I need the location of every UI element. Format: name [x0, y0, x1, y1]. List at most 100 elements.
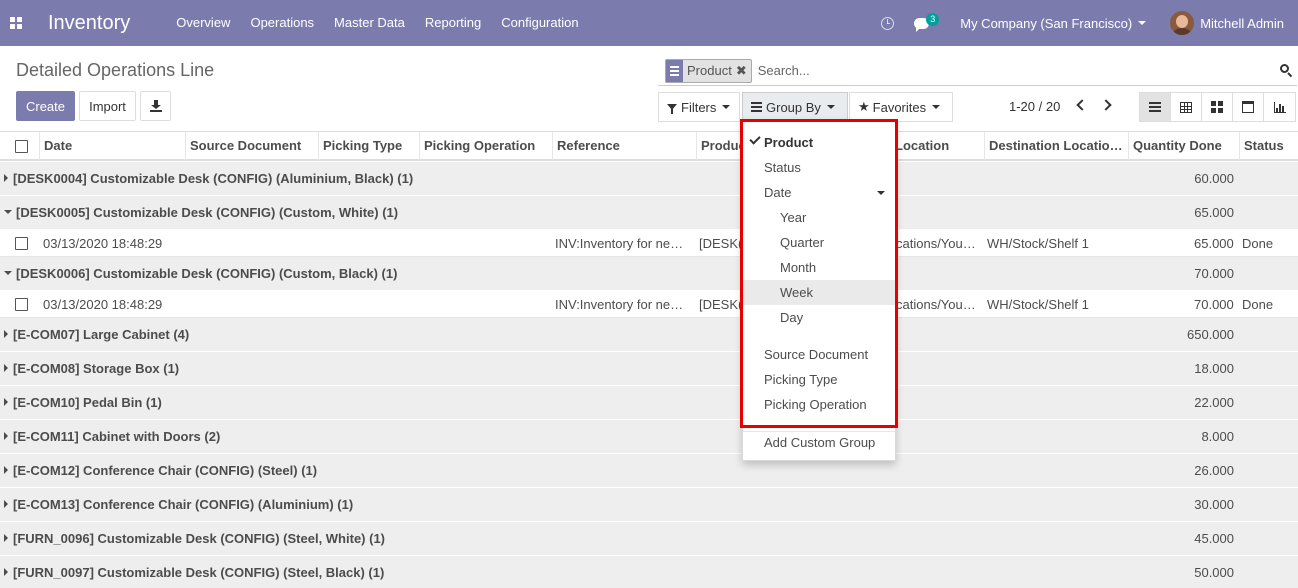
caret-down-icon: [4, 271, 12, 275]
menu-overview[interactable]: Overview: [166, 0, 240, 46]
groupby-option-week[interactable]: Week: [743, 280, 895, 305]
pivot-view-button[interactable]: [1171, 93, 1202, 121]
search-input[interactable]: [757, 63, 1297, 78]
table-row[interactable]: 03/13/2020 18:48:29 INV:Inventory for ne…: [0, 230, 1298, 257]
groupby-option-day[interactable]: Day: [743, 305, 895, 330]
group-by-button[interactable]: Group By: [742, 92, 848, 122]
group-by-icon: [666, 59, 683, 82]
app-title[interactable]: Inventory: [48, 12, 130, 35]
company-name: My Company (San Francisco): [960, 15, 1133, 31]
cell-product: [DESK(: [699, 236, 743, 251]
row-checkbox[interactable]: [15, 237, 28, 250]
menu-master-data[interactable]: Master Data: [324, 0, 415, 46]
table-row[interactable]: 03/13/2020 18:48:29 INV:Inventory for ne…: [0, 291, 1298, 318]
group-row[interactable]: [DESK0004] Customizable Desk (CONFIG) (A…: [0, 162, 1298, 196]
group-row[interactable]: [E-COM11] Cabinet with Doors (2) 8.000: [0, 420, 1298, 454]
row-checkbox[interactable]: [15, 298, 28, 311]
caret-right-icon: [4, 364, 8, 372]
navbar-systray: 3 My Company (San Francisco) Mitchell Ad…: [881, 0, 1298, 46]
groupby-option-source-document[interactable]: Source Document: [743, 342, 895, 367]
favorites-button[interactable]: ★ Favorites: [849, 92, 953, 122]
chat-badge: 3: [926, 13, 940, 26]
group-row[interactable]: [E-COM10] Pedal Bin (1) 22.000: [0, 386, 1298, 420]
group-row[interactable]: [FURN_0097] Customizable Desk (CONFIG) (…: [0, 556, 1298, 588]
column-header-date[interactable]: Date: [39, 132, 185, 160]
group-row[interactable]: [FURN_0096] Customizable Desk (CONFIG) (…: [0, 522, 1298, 556]
check-icon: [749, 133, 761, 145]
option-label: Product: [764, 135, 814, 150]
pager-value[interactable]: 1-20 / 20: [1009, 99, 1060, 114]
apps-menu-icon[interactable]: [0, 0, 32, 46]
group-row[interactable]: [E-COM13] Conference Chair (CONFIG) (Alu…: [0, 488, 1298, 522]
group-quantity: 45.000: [1194, 531, 1234, 546]
graph-view-button[interactable]: [1264, 93, 1295, 121]
activity-clock-icon[interactable]: [881, 16, 895, 30]
pager-next-icon[interactable]: [1100, 99, 1112, 111]
column-header-destination-location[interactable]: Destination Locatio…: [984, 132, 1128, 160]
select-all-checkbox[interactable]: [15, 140, 28, 153]
caret-right-icon: [4, 568, 8, 576]
kanban-icon: [1211, 101, 1223, 113]
column-header-source-document[interactable]: Source Document: [185, 132, 318, 160]
column-header-picking-type[interactable]: Picking Type: [318, 132, 419, 160]
bars-icon: [751, 102, 762, 112]
cell-date: 03/13/2020 18:48:29: [43, 297, 163, 312]
user-menu[interactable]: Mitchell Admin: [1170, 11, 1284, 35]
groupby-option-picking-operation[interactable]: Picking Operation: [743, 392, 895, 417]
group-row[interactable]: [DESK0006] Customizable Desk (CONFIG) (C…: [0, 257, 1298, 291]
star-icon: ★: [858, 99, 870, 114]
groupby-option-year[interactable]: Year: [743, 205, 895, 230]
cell-reference: INV:Inventory for ne…: [555, 297, 684, 312]
column-header-picking-operation[interactable]: Picking Operation: [419, 132, 552, 160]
group-quantity: 650.000: [1187, 327, 1234, 342]
filters-button[interactable]: Filters: [658, 92, 740, 122]
group-by-label: Group By: [766, 99, 821, 115]
column-header-reference[interactable]: Reference: [552, 132, 696, 160]
chevron-down-icon: [826, 105, 835, 109]
create-button[interactable]: Create: [16, 91, 75, 121]
group-quantity: 8.000: [1201, 429, 1234, 444]
search-bar: Product ✖: [658, 56, 1297, 86]
group-quantity: 22.000: [1194, 395, 1234, 410]
group-label: [DESK0004] Customizable Desk (CONFIG) (A…: [13, 171, 414, 186]
export-button[interactable]: [140, 91, 171, 121]
column-header-quantity-done[interactable]: Quantity Done: [1128, 132, 1239, 160]
chevron-down-icon: [722, 105, 731, 109]
caret-right-icon: [4, 500, 8, 508]
column-header-location[interactable]: Location: [886, 132, 984, 160]
import-button[interactable]: Import: [79, 91, 136, 121]
add-custom-group-button[interactable]: Add Custom Group: [743, 430, 895, 455]
caret-down-icon: [4, 210, 12, 214]
group-quantity: 18.000: [1194, 361, 1234, 376]
pager-previous-icon[interactable]: [1076, 99, 1088, 111]
group-label: [DESK0005] Customizable Desk (CONFIG) (C…: [16, 205, 399, 220]
group-row[interactable]: [DESK0005] Customizable Desk (CONFIG) (C…: [0, 196, 1298, 230]
group-row[interactable]: [E-COM12] Conference Chair (CONFIG) (Ste…: [0, 454, 1298, 488]
calendar-view-button[interactable]: [1233, 93, 1264, 121]
cell-location: cations/You…: [896, 297, 976, 312]
column-header-status[interactable]: Status: [1239, 132, 1298, 160]
group-label: [E-COM11] Cabinet with Doors (2): [13, 429, 221, 444]
close-icon[interactable]: ✖: [736, 63, 751, 79]
messaging-button[interactable]: 3: [914, 13, 940, 33]
groupby-option-month[interactable]: Month: [743, 255, 895, 280]
groupby-option-quarter[interactable]: Quarter: [743, 230, 895, 255]
groupby-option-picking-type[interactable]: Picking Type: [743, 367, 895, 392]
groupby-option-status[interactable]: Status: [743, 155, 895, 180]
company-switcher[interactable]: My Company (San Francisco): [960, 15, 1147, 31]
filters-label: Filters: [681, 99, 717, 115]
search-icon[interactable]: [1280, 64, 1293, 77]
caret-down-icon: [877, 191, 885, 195]
group-label: [E-COM07] Large Cabinet (4): [13, 327, 190, 342]
list-view-button[interactable]: [1140, 93, 1171, 121]
kanban-view-button[interactable]: [1202, 93, 1233, 121]
menu-reporting[interactable]: Reporting: [415, 0, 491, 46]
groupby-option-product[interactable]: Product: [743, 130, 895, 155]
group-row[interactable]: [E-COM07] Large Cabinet (4) 650.000: [0, 318, 1298, 352]
groupby-option-date[interactable]: Date: [743, 180, 895, 205]
group-label: [FURN_0096] Customizable Desk (CONFIG) (…: [13, 531, 385, 546]
menu-operations[interactable]: Operations: [240, 0, 324, 46]
menu-configuration[interactable]: Configuration: [491, 0, 588, 46]
group-row[interactable]: [E-COM08] Storage Box (1) 18.000: [0, 352, 1298, 386]
download-icon: [149, 100, 162, 112]
